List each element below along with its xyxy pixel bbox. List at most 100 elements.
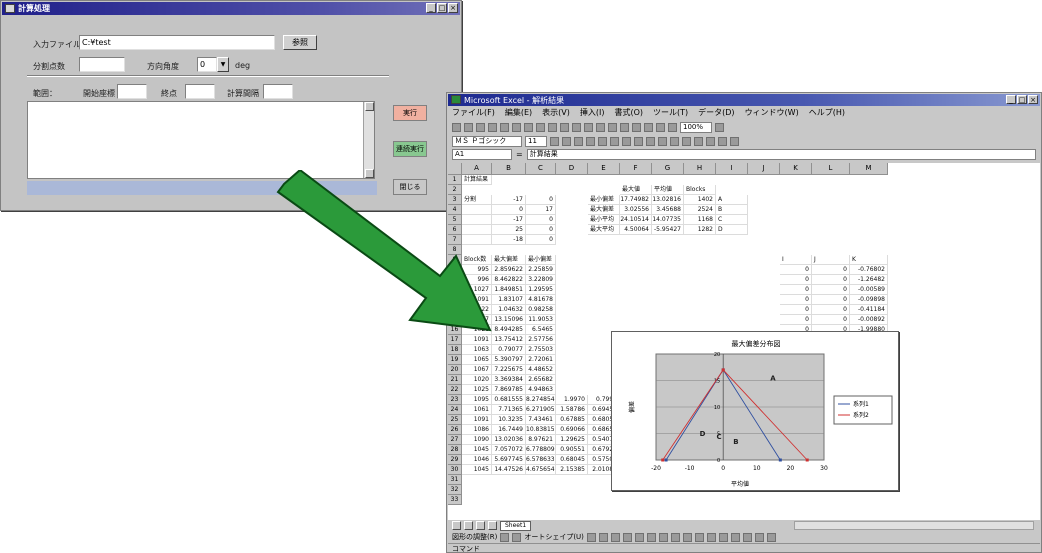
cell[interactable]: 1065 [462, 355, 492, 365]
cell[interactable]: 1086 [462, 425, 492, 435]
cell[interactable]: -0.41184 [850, 305, 888, 315]
align-left-icon[interactable] [586, 136, 595, 146]
row-header[interactable]: 23 [448, 395, 462, 405]
cell[interactable]: 最小平均 [588, 215, 620, 225]
minimize-icon[interactable]: _ [426, 3, 436, 13]
cell[interactable]: 0.90551 [556, 445, 588, 455]
cell[interactable]: 4.94863 [526, 385, 556, 395]
function-icon[interactable] [608, 122, 617, 132]
cell[interactable]: 1045 [462, 465, 492, 475]
draw-menu[interactable]: 図形の調整(R) [452, 532, 497, 542]
cell[interactable]: 7.869785 [492, 385, 526, 395]
hyperlink-icon[interactable] [584, 122, 593, 132]
decrease-decimal-icon[interactable] [682, 136, 691, 146]
row-header[interactable]: 21 [448, 375, 462, 385]
cell[interactable]: 最大平均 [588, 225, 620, 235]
row-header[interactable]: 31 [448, 475, 462, 485]
tab-last-icon[interactable] [488, 521, 497, 530]
autoshape-menu[interactable]: オートシェイプ(U) [524, 532, 584, 542]
picture-icon[interactable] [670, 532, 680, 542]
cell[interactable]: 7.43461 [526, 415, 556, 425]
cell[interactable]: 0.68045 [556, 455, 588, 465]
3d-icon[interactable] [766, 532, 776, 542]
cell[interactable]: 10.3235 [492, 415, 526, 425]
row-header[interactable]: 27 [448, 435, 462, 445]
cell[interactable]: 3.45688 [652, 205, 684, 215]
arrow-icon[interactable] [598, 532, 608, 542]
run-button[interactable]: 実行 [393, 105, 427, 121]
cell[interactable]: I [780, 255, 812, 265]
app-icon[interactable] [5, 4, 15, 13]
cell[interactable]: -0.09898 [850, 295, 888, 305]
name-box[interactable]: A1 [452, 149, 512, 160]
column-header[interactable]: K [780, 163, 812, 175]
cell[interactable]: 1020 [462, 375, 492, 385]
cell[interactable]: 0 [812, 315, 850, 325]
map-icon[interactable] [656, 122, 665, 132]
cell[interactable]: 13.02816 [652, 195, 684, 205]
horizontal-scrollbar[interactable] [794, 521, 1034, 530]
end-point-input[interactable] [185, 84, 215, 99]
cell[interactable]: 2.65682 [526, 375, 556, 385]
comma-icon[interactable] [658, 136, 667, 146]
cell[interactable]: 1.29625 [556, 435, 588, 445]
save-icon[interactable] [476, 122, 485, 132]
cell[interactable]: -0.00892 [850, 315, 888, 325]
cell[interactable]: 6.778809 [526, 445, 556, 455]
cell[interactable]: 6.578633 [526, 455, 556, 465]
tab-next-icon[interactable] [476, 521, 485, 530]
cell[interactable]: -0.00589 [850, 285, 888, 295]
new-icon[interactable] [452, 122, 461, 132]
cell[interactable]: C [716, 215, 748, 225]
underline-icon[interactable] [574, 136, 583, 146]
cell[interactable]: 14.07735 [652, 215, 684, 225]
column-header[interactable]: C [526, 163, 556, 175]
column-header[interactable]: L [812, 163, 850, 175]
tab-first-icon[interactable] [452, 521, 461, 530]
cell[interactable]: 13.02036 [492, 435, 526, 445]
dialog-title-bar[interactable]: 計算処理 _ □ × [2, 2, 460, 15]
cell[interactable]: 最大偏差 [588, 205, 620, 215]
row-header[interactable]: 20 [448, 365, 462, 375]
cell[interactable]: 1045 [462, 445, 492, 455]
select-objects-icon[interactable] [500, 532, 510, 542]
input-file-field[interactable]: C:¥test [79, 35, 275, 50]
line-icon[interactable] [586, 532, 596, 542]
close-icon[interactable]: × [448, 3, 458, 13]
align-right-icon[interactable] [610, 136, 619, 146]
menu-help[interactable]: ヘルプ(H) [809, 106, 845, 119]
column-header[interactable]: I [716, 163, 748, 175]
cell[interactable]: 3.369384 [492, 375, 526, 385]
drawing-icon[interactable] [668, 122, 677, 132]
cell[interactable]: 17 [526, 205, 556, 215]
cell[interactable]: 0.98258 [526, 305, 556, 315]
browse-button[interactable]: 参照 [283, 35, 317, 50]
angle-input[interactable]: 0 [197, 57, 217, 72]
cell[interactable]: 2.57756 [526, 335, 556, 345]
column-header[interactable]: F [620, 163, 652, 175]
cell[interactable]: 1168 [684, 215, 716, 225]
row-header[interactable]: 18 [448, 345, 462, 355]
indent-icon[interactable] [694, 136, 703, 146]
cell[interactable]: 14.47526 [492, 465, 526, 475]
cell[interactable]: 3.02556 [620, 205, 652, 215]
cell[interactable]: 0.681555 [492, 395, 526, 405]
row-header[interactable]: 30 [448, 465, 462, 475]
cell[interactable]: 1090 [462, 435, 492, 445]
row-header[interactable]: 29 [448, 455, 462, 465]
open-icon[interactable] [464, 122, 473, 132]
currency-icon[interactable] [634, 136, 643, 146]
fill-color-icon[interactable] [718, 136, 727, 146]
oval-icon[interactable] [622, 532, 632, 542]
menu-data[interactable]: データ(D) [698, 106, 734, 119]
cell[interactable]: 11.9053 [526, 315, 556, 325]
cell[interactable]: K [850, 255, 888, 265]
cell[interactable]: 4.48652 [526, 365, 556, 375]
cell[interactable]: 1095 [462, 395, 492, 405]
rectangle-icon[interactable] [610, 532, 620, 542]
row-header[interactable]: 22 [448, 385, 462, 395]
zoom-select[interactable]: 100% [680, 121, 712, 133]
cell[interactable]: 1067 [462, 365, 492, 375]
preview-icon[interactable] [500, 122, 509, 132]
cell[interactable]: J [812, 255, 850, 265]
